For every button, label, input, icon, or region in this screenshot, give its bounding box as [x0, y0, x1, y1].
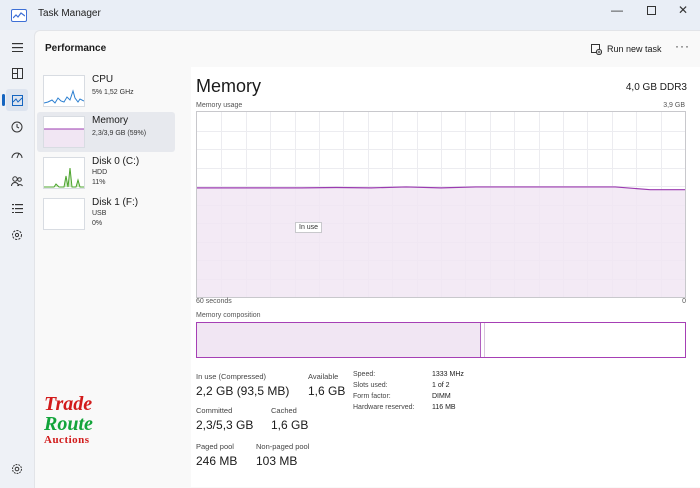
details-icon[interactable] — [6, 197, 28, 219]
sidebar-item-disk1-usage: 0% — [92, 220, 103, 227]
processes-icon[interactable] — [6, 62, 28, 84]
watermark-line-1: Trade — [44, 393, 93, 415]
app-history-icon[interactable] — [6, 116, 28, 138]
sidebar-item-cpu[interactable]: CPU 5% 1,52 GHz — [37, 71, 175, 111]
services-icon[interactable] — [6, 224, 28, 246]
cached-value: 1,6 GB — [271, 418, 309, 432]
slots-used-value: 1 of 2 — [432, 382, 450, 389]
page-title: Performance — [45, 43, 107, 54]
composition-in-use-segment — [197, 323, 481, 357]
memory-title: Memory — [196, 76, 262, 96]
settings-gear-icon[interactable] — [6, 458, 28, 480]
disk1-thumbnail-graph — [43, 198, 85, 230]
memory-thumbnail-graph — [43, 116, 85, 148]
header: Performance Run new task ··· — [35, 31, 700, 67]
usage-area — [197, 186, 685, 297]
non-paged-pool-label: Non-paged pool — [256, 442, 310, 451]
memory-usage-graph — [197, 112, 685, 297]
hardware-reserved-value: 116 MB — [432, 404, 456, 411]
watermark-line-3: Auctions — [44, 434, 90, 446]
main-content: Performance Run new task ··· CPU 5% 1,52… — [34, 30, 700, 488]
committed-label: Committed — [196, 406, 233, 415]
in-use-value: 2,2 GB (93,5 MB) — [196, 384, 290, 398]
committed-value: 2,3/5,3 GB — [196, 418, 254, 432]
sidebar-item-disk0-type: HDD — [92, 169, 108, 176]
sidebar-item-cpu-detail: 5% 1,52 GHz — [92, 89, 134, 96]
slots-used-label: Slots used: — [353, 382, 388, 389]
paged-pool-label: Paged pool — [196, 442, 234, 451]
sidebar-item-disk0-label: Disk 0 (C:) — [92, 156, 140, 167]
run-new-task-button[interactable]: Run new task — [591, 41, 662, 57]
sidebar-item-disk0-usage: 11% — [92, 179, 106, 186]
memory-usage-chart: In use — [196, 111, 686, 298]
paged-pool-value: 246 MB — [196, 454, 238, 468]
memory-composition-bar[interactable] — [196, 322, 686, 358]
form-factor-value: DIMM — [432, 393, 451, 400]
disk0-thumbnail-graph — [43, 157, 85, 189]
in-use-label: In use (Compressed) — [196, 372, 267, 381]
window-title: Task Manager — [38, 8, 101, 19]
sidebar-item-disk1[interactable]: Disk 1 (F:) USB 0% — [37, 194, 175, 234]
sidebar-item-cpu-label: CPU — [92, 74, 114, 85]
close-button[interactable]: ✕ — [666, 0, 700, 22]
trade-route-auctions-watermark: Trade Route Auctions — [44, 394, 114, 446]
speed-label: Speed: — [353, 371, 376, 378]
run-new-task-label: Run new task — [607, 44, 662, 54]
time-axis-right-label: 0 — [682, 298, 686, 305]
hamburger-menu-icon[interactable] — [6, 36, 28, 58]
task-manager-app-icon — [11, 9, 27, 22]
maximize-button[interactable] — [634, 0, 668, 22]
sidebar-item-disk0[interactable]: Disk 0 (C:) HDD 11% — [37, 153, 175, 193]
sidebar-item-disk1-type: USB — [92, 210, 107, 217]
sidebar-item-memory-detail: 2,3/3,9 GB (59%) — [92, 130, 147, 137]
memory-composition-label: Memory composition — [196, 312, 261, 319]
in-use-tooltip: In use — [295, 222, 323, 233]
sidebar-item-memory[interactable]: Memory 2,3/3,9 GB (59%) — [37, 112, 175, 152]
title-bar: Task Manager — ✕ — [0, 0, 700, 30]
minimize-button[interactable]: — — [600, 0, 634, 22]
sidebar-item-disk1-label: Disk 1 (F:) — [92, 197, 139, 208]
run-task-icon — [591, 43, 602, 55]
startup-apps-icon[interactable] — [6, 143, 28, 165]
memory-panel: Memory 4,0 GB DDR3 Memory usage 3,9 GB I… — [191, 67, 700, 487]
performance-icon[interactable] — [2, 89, 28, 111]
more-options-icon[interactable]: ··· — [675, 39, 690, 53]
cached-label: Cached — [271, 406, 297, 415]
composition-modified-segment — [481, 323, 485, 357]
cpu-thumbnail-graph — [43, 75, 85, 107]
memory-spec: 4,0 GB DDR3 — [625, 82, 687, 93]
hardware-reserved-label: Hardware reserved: — [353, 404, 415, 411]
memory-usage-label: Memory usage — [196, 102, 243, 109]
navigation-rail — [0, 30, 34, 487]
time-axis-left-label: 60 seconds — [196, 298, 232, 305]
non-paged-pool-value: 103 MB — [256, 454, 298, 468]
available-value: 1,6 GB — [308, 384, 346, 398]
available-label: Available — [308, 372, 339, 381]
users-icon[interactable] — [6, 170, 28, 192]
watermark-line-2: Route — [44, 413, 93, 435]
memory-usage-max: 3,9 GB — [663, 102, 685, 109]
sidebar-item-memory-label: Memory — [92, 115, 129, 126]
speed-value: 1333 MHz — [432, 371, 464, 378]
form-factor-label: Form factor: — [353, 393, 391, 400]
